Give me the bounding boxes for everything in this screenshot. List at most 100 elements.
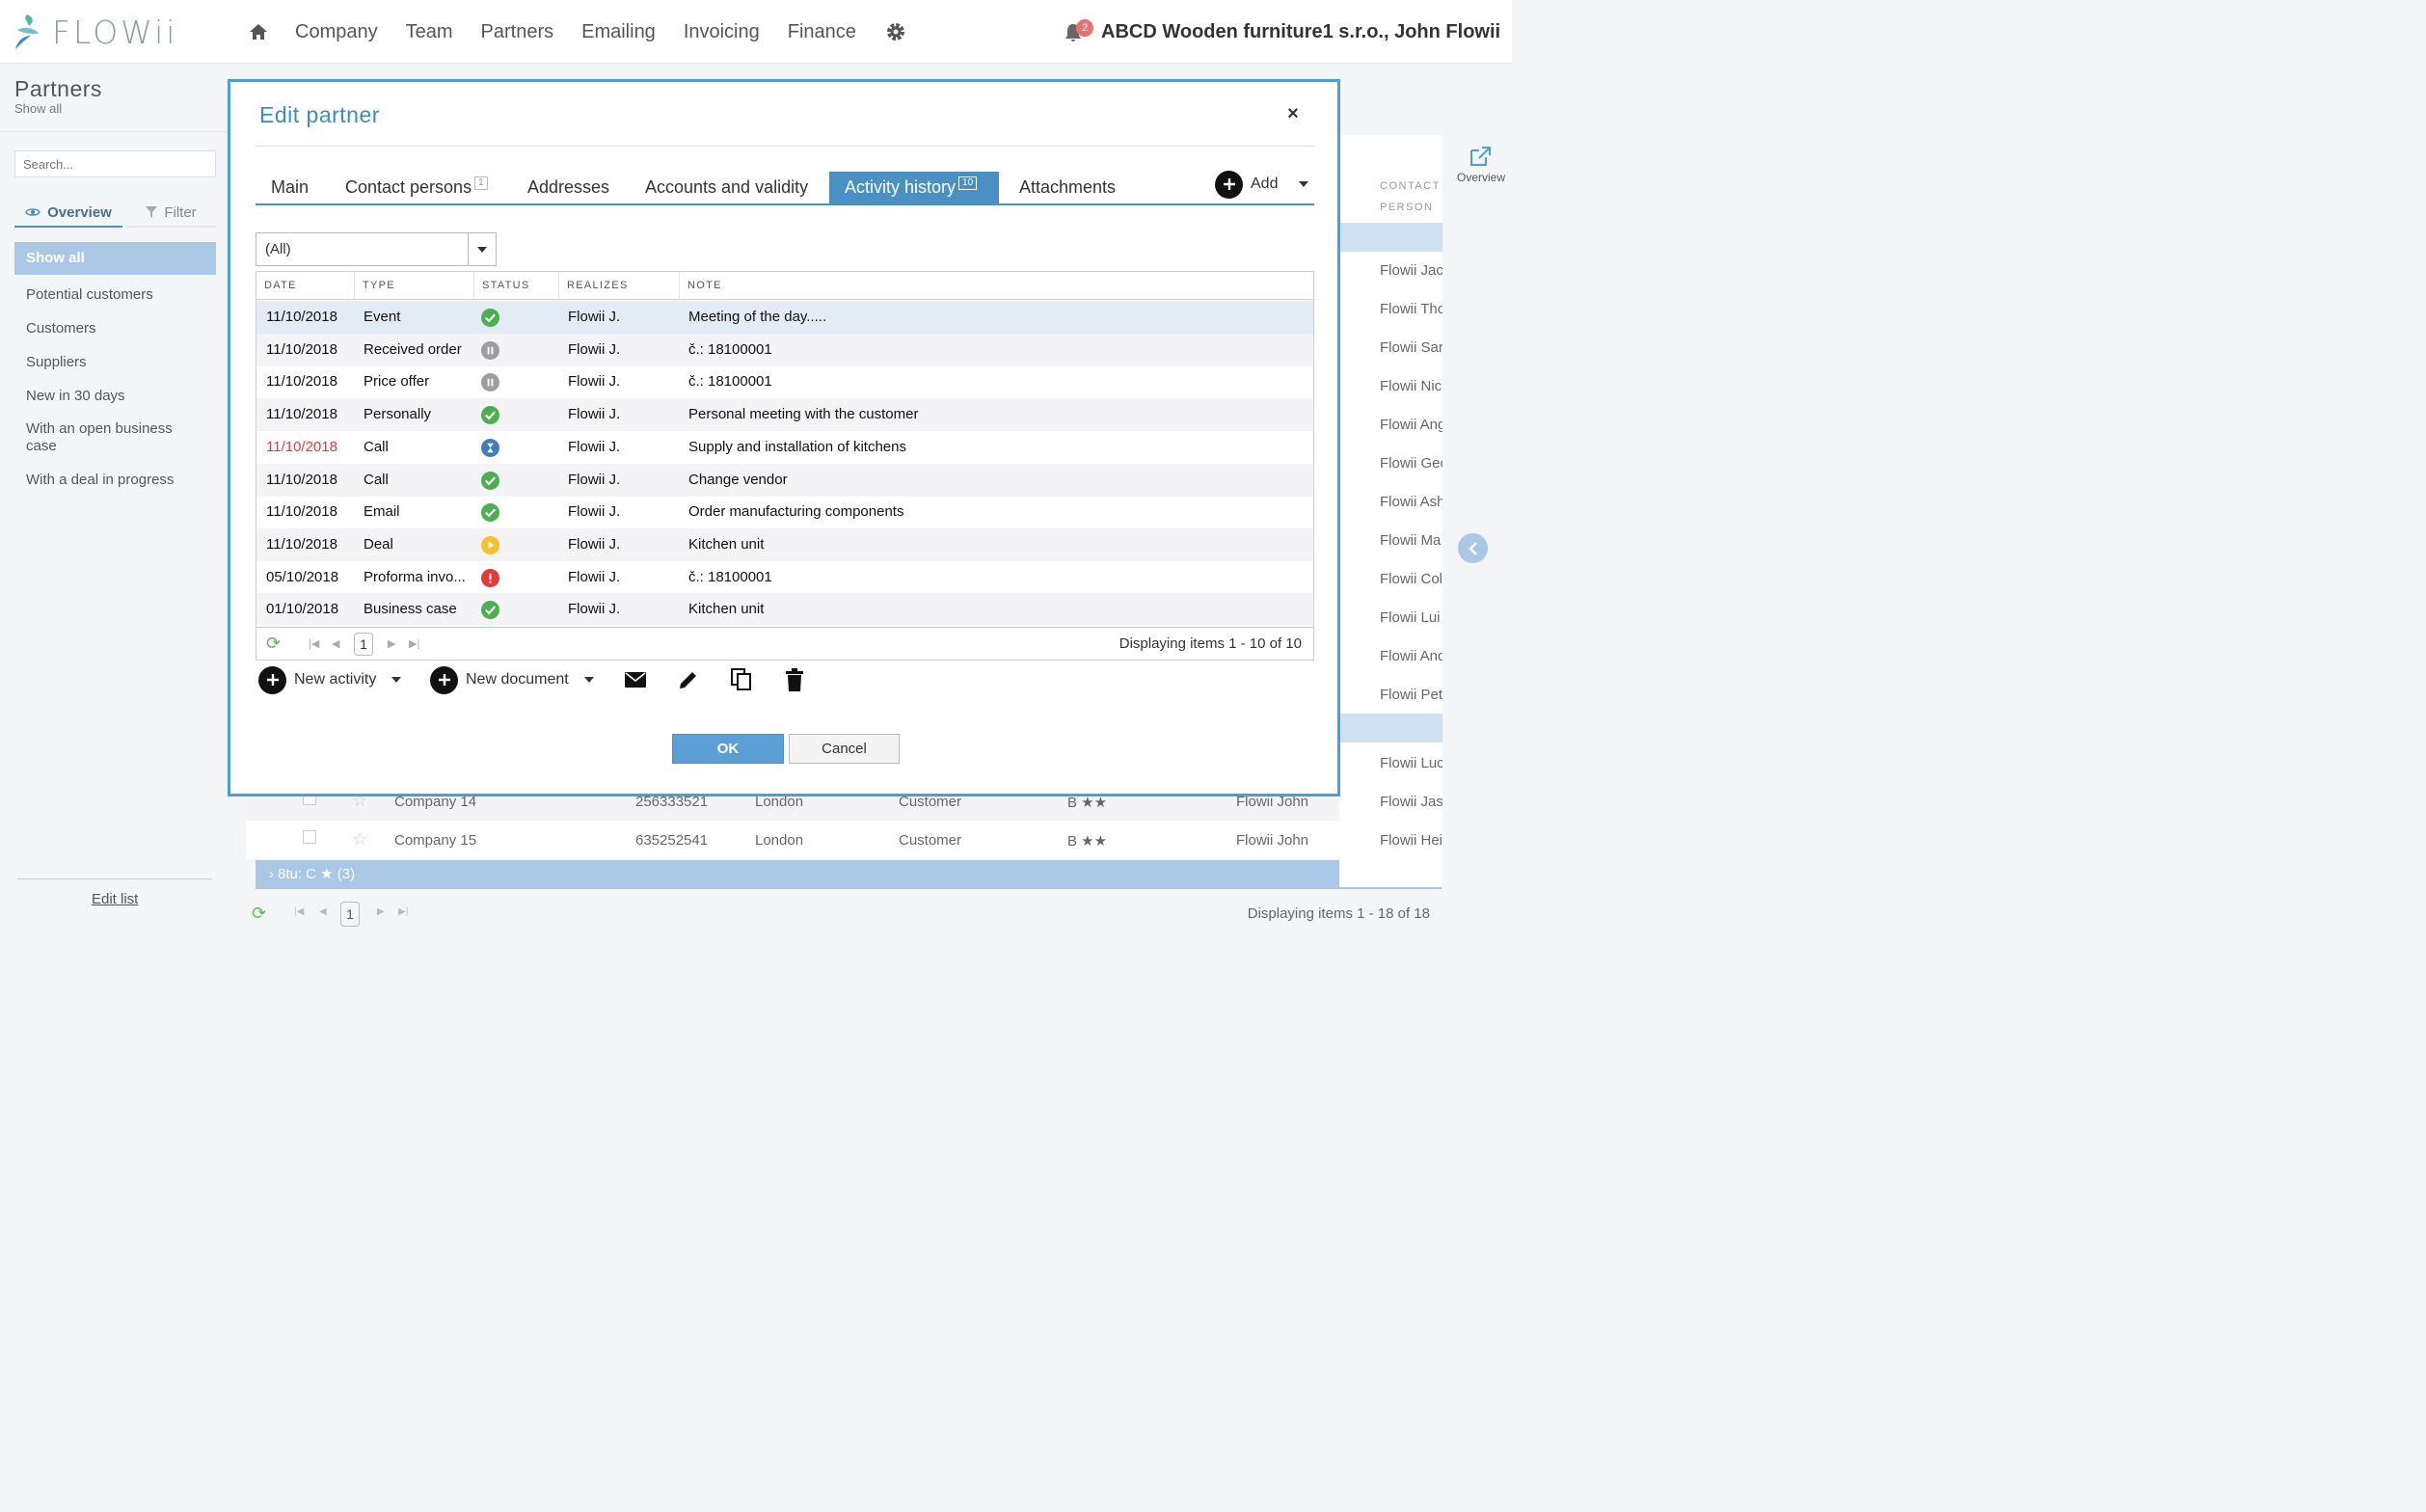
cell-date: 11/10/2018 (266, 503, 337, 521)
close-icon[interactable]: × (1285, 104, 1301, 123)
page-title: Partners (14, 76, 102, 101)
new-activity-button[interactable]: New activity (258, 664, 402, 695)
page-number[interactable]: 1 (340, 902, 360, 927)
sidebar-item-deal-in-progress[interactable]: With a deal in progress (14, 463, 216, 497)
tab-overview-label: Overview (47, 203, 112, 221)
sidebar-item-customers[interactable]: Customers (14, 311, 216, 345)
table-row[interactable]: 11/10/2018 Received order Flowii J. č.: 181… (256, 333, 1313, 366)
gear-icon[interactable] (884, 20, 907, 43)
sidebar-item-show-all[interactable]: Show all (14, 242, 216, 275)
tab-activity-history[interactable]: Activity history 10 (829, 172, 999, 203)
next-page-icon[interactable]: ▶ (388, 637, 395, 650)
sidebar-item-potential-customers[interactable]: Potential customers (14, 278, 216, 311)
dropdown-toggle[interactable] (468, 233, 496, 265)
column-header-status[interactable]: STATUS (473, 272, 558, 300)
column-header-note[interactable]: NOTE (679, 272, 1313, 300)
contact-person-cell: Flowii Ma (1380, 532, 1442, 549)
tab-addresses[interactable]: Addresses (512, 172, 625, 203)
search-input[interactable] (14, 150, 216, 177)
cell-note: Meeting of the day..... (688, 309, 827, 325)
cancel-button[interactable]: Cancel (789, 734, 900, 764)
sidebar-item-new-in-30-days[interactable]: New in 30 days (14, 379, 216, 413)
email-icon[interactable] (622, 666, 649, 693)
edit-icon[interactable] (675, 666, 702, 693)
eye-icon (25, 208, 40, 216)
trash-icon[interactable] (781, 666, 808, 693)
group-row[interactable]: › 8tu: C ★ (3) (256, 860, 1442, 889)
table-row[interactable]: 11/10/2018 Price offer Flowii J. č.: 181000… (256, 365, 1313, 398)
tab-filter[interactable]: Filter (126, 199, 216, 228)
column-header-date[interactable]: DATE (256, 272, 354, 300)
copy-icon[interactable] (728, 666, 755, 693)
next-page-icon[interactable]: ▶ (377, 906, 385, 917)
add-button[interactable]: Add (1215, 170, 1309, 199)
logo[interactable]: FLOWii (13, 10, 177, 54)
cell-date: 11/10/2018 (266, 340, 337, 358)
home-icon[interactable] (247, 20, 270, 43)
table-row[interactable]: 01/10/2018 Business case Flowii J. Kitchen … (256, 593, 1313, 627)
sidebar-item-open-business-case[interactable]: With an open business case (14, 413, 188, 463)
contact-person-cell: Flowii Jac (1380, 262, 1442, 279)
first-page-icon[interactable]: |◀ (294, 906, 304, 917)
new-document-label: New document (466, 671, 569, 688)
table-row[interactable]: 11/10/2018 Personally Flowii J. Personal me… (256, 398, 1313, 432)
column-header-type[interactable]: TYPE (354, 272, 473, 300)
group-header-bar (1339, 223, 1442, 252)
main-nav: Company Team Partners Emailing Invoicing… (247, 0, 907, 64)
new-document-button[interactable]: New document (430, 664, 594, 695)
nav-company[interactable]: Company (295, 21, 378, 43)
edit-list-link[interactable]: Edit list (92, 891, 138, 907)
tab-accounts-validity[interactable]: Accounts and validity (630, 172, 823, 203)
company-id: 635252541 (635, 832, 709, 849)
table-row[interactable]: 11/10/2018 Call Flowii J. Change vendor (256, 463, 1313, 497)
cell-date: 11/10/2018 (266, 373, 337, 391)
table-row[interactable]: 11/10/2018 Deal Flowii J. Kitchen unit (256, 527, 1313, 561)
user-company-name[interactable]: ABCD Wooden furniture1 s.r.o., John Flow… (1101, 21, 1500, 43)
cell-type: Event (364, 309, 401, 325)
nav-team[interactable]: Team (406, 21, 453, 43)
prev-page-icon[interactable]: ◀ (319, 906, 327, 917)
sidebar-item-suppliers[interactable]: Suppliers (14, 345, 216, 379)
activity-filter-select[interactable]: (All) (256, 232, 497, 266)
sidebar: Partners Show all Overview Filter Show a… (0, 64, 231, 943)
contact-person-cell: Flowii And (1380, 648, 1442, 664)
refresh-icon[interactable]: ⟳ (266, 634, 281, 654)
dialog-tabs: Main Contact persons 1 Addresses Accounts… (256, 172, 1314, 205)
tab-main[interactable]: Main (256, 172, 324, 203)
column-header-realizes[interactable]: REALIZES (558, 272, 679, 300)
table-row[interactable]: 11/10/2018 Email Flowii J. Order manufactur… (256, 496, 1313, 528)
refresh-icon[interactable]: ⟳ (252, 904, 266, 924)
contact-person-cell: Flowii Tho (1380, 301, 1442, 317)
collapse-panel-button[interactable] (1458, 533, 1488, 563)
cell-type: Call (364, 471, 389, 488)
overview-side-button[interactable]: Overview (1454, 145, 1508, 184)
column-header-contact-person[interactable]: CONTACT PERSON (1380, 176, 1439, 218)
star-icon[interactable]: ☆ (352, 829, 367, 850)
cell-realizes: Flowii J. (568, 340, 621, 358)
cell-date: 01/10/2018 (266, 601, 339, 618)
cell-realizes: Flowii J. (568, 535, 621, 553)
tab-attachments[interactable]: Attachments (1004, 172, 1131, 203)
tab-contact-persons[interactable]: Contact persons 1 (330, 172, 503, 203)
nav-finance[interactable]: Finance (788, 21, 856, 43)
nav-partners[interactable]: Partners (481, 21, 554, 43)
row-checkbox[interactable] (303, 830, 316, 844)
first-page-icon[interactable]: |◀ (309, 637, 319, 650)
grid-pager: ⟳ |◀ ◀ 1 ▶ ▶| Displaying items 1 - 10 of… (256, 627, 1313, 660)
table-row[interactable]: 05/10/2018 Proforma invo... Flowii J. č.: 1… (256, 561, 1313, 594)
new-activity-label: New activity (294, 671, 377, 688)
flowii-logo-icon (15, 14, 39, 49)
ok-button[interactable]: OK (672, 734, 784, 764)
table-row[interactable]: 11/10/2018 Call Flowii J. Supply and instal… (256, 431, 1313, 464)
nav-emailing[interactable]: Emailing (581, 21, 656, 43)
tab-overview[interactable]: Overview (14, 199, 122, 228)
page-number[interactable]: 1 (354, 633, 373, 656)
prev-page-icon[interactable]: ◀ (332, 637, 339, 650)
table-row[interactable]: ☆ Company 15 635252541 London Customer B… (246, 821, 1442, 859)
nav-invoicing[interactable]: Invoicing (684, 21, 760, 43)
last-page-icon[interactable]: ▶| (409, 637, 419, 650)
table-row[interactable]: 11/10/2018 Event Flowii J. Meeting of the d… (256, 301, 1313, 334)
tab-accounts-validity-label: Accounts and validity (645, 177, 809, 197)
cell-realizes: Flowii J. (568, 471, 621, 488)
last-page-icon[interactable]: ▶| (398, 906, 408, 917)
